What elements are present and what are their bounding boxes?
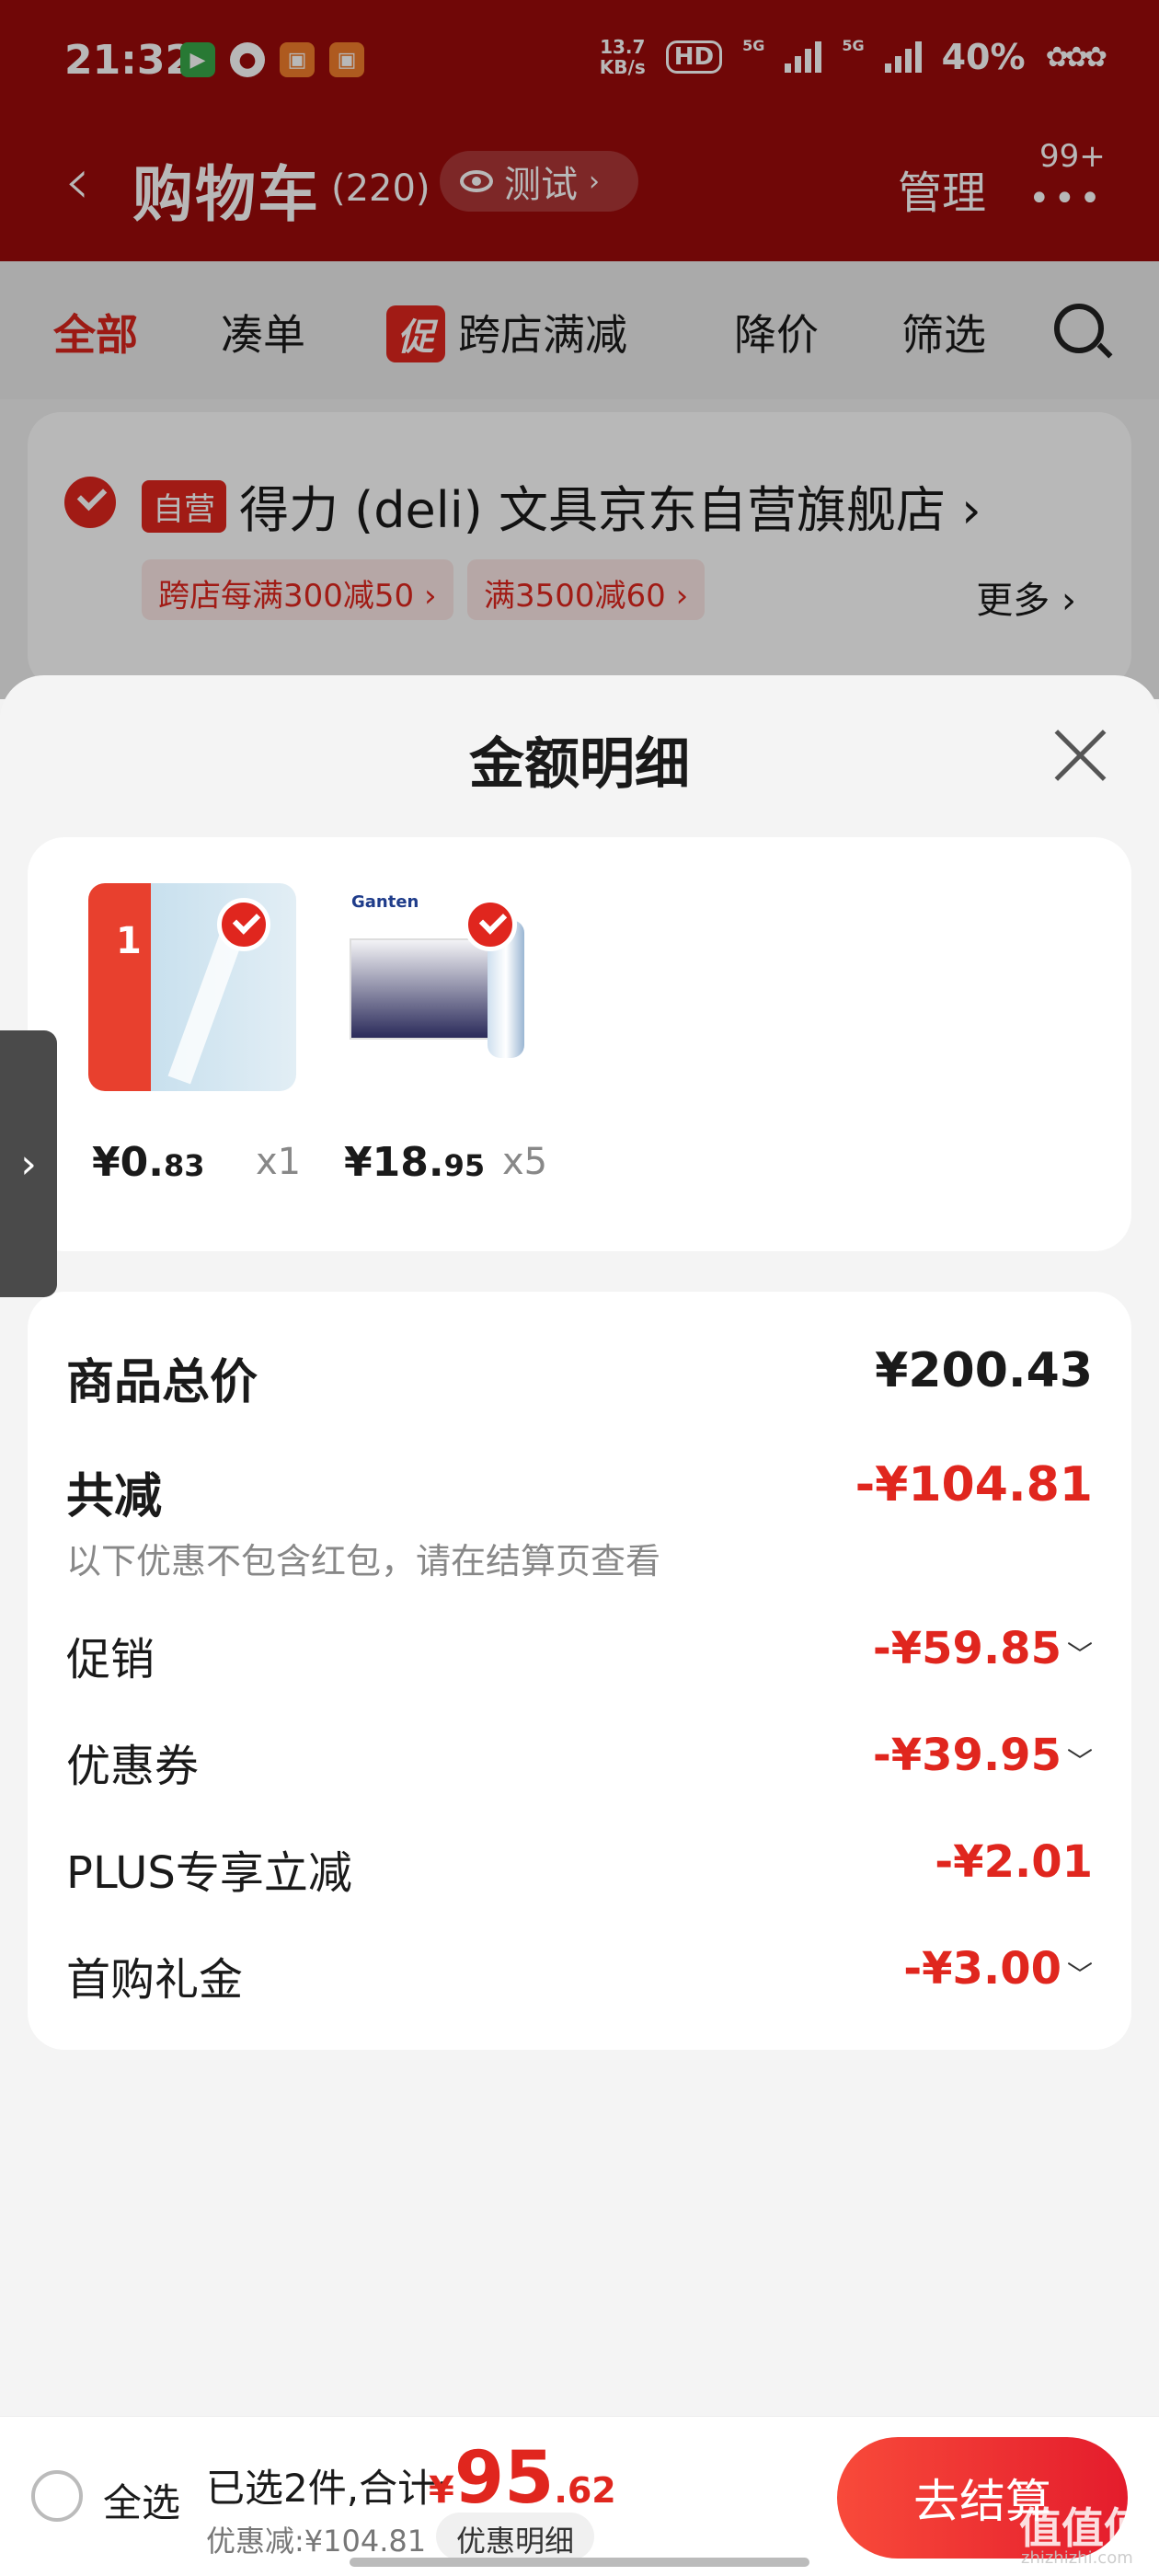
checkout-bar: 全选 已选2件,合计: ¥95.62 优惠减:¥104.81 优惠明细 去结算 <box>0 2416 1159 2576</box>
select-all-label[interactable]: 全选 <box>103 2472 180 2528</box>
total-reduce-label: 共减 <box>66 1469 163 1524</box>
total-amount: ¥95.62 <box>429 2437 616 2520</box>
promo-label: 促销 <box>66 1634 155 1685</box>
plus-value: -¥2.01 <box>935 1836 1093 1888</box>
sheet-title: 金额明细 <box>469 732 690 797</box>
amount-detail-sheet: 金额明细 1 ¥0.83 x1 Ganten ¥18.95 x5 商品总价 ¥2… <box>0 675 1159 2576</box>
chevron-down-icon: ﹀ <box>1066 1639 1093 1670</box>
close-icon[interactable] <box>1052 725 1107 780</box>
coupon-value-row[interactable]: -¥39.95 ﹀ <box>873 1730 1093 1781</box>
total-price-value: ¥200.43 <box>875 1343 1093 1398</box>
chevron-down-icon: ﹀ <box>1066 1746 1093 1777</box>
total-price-label: 商品总价 <box>66 1355 258 1410</box>
product-qty: x5 <box>502 1141 548 1183</box>
discount-summary: 优惠减:¥104.81 <box>206 2524 427 2559</box>
selected-summary: 已选2件,合计: <box>206 2466 450 2511</box>
watermark-logo: 值值值 <box>1019 2503 1146 2553</box>
product-selected-icon[interactable] <box>217 898 270 951</box>
price-summary: 商品总价 ¥200.43 共减 -¥104.81 以下优惠不包含红包，请在结算页… <box>28 1292 1131 2050</box>
first-purchase-value-row[interactable]: -¥3.00 ﹀ <box>903 1943 1093 1995</box>
total-reduce-value: -¥104.81 <box>855 1457 1093 1512</box>
select-all-checkbox[interactable] <box>31 2470 83 2522</box>
chevron-down-icon: ﹀ <box>1066 1960 1093 1990</box>
promo-value-row[interactable]: -¥59.85 ﹀ <box>873 1623 1093 1674</box>
product-price: ¥0.83 <box>92 1139 205 1186</box>
product-selected-icon[interactable] <box>464 898 517 951</box>
chevron-right-icon: › <box>20 1140 37 1188</box>
overlay-dim[interactable] <box>0 0 1159 699</box>
side-expand-tab[interactable]: › <box>0 1030 57 1297</box>
coupon-label: 优惠券 <box>66 1741 200 1792</box>
product-list: 1 ¥0.83 x1 Ganten ¥18.95 x5 <box>28 837 1131 1251</box>
reduce-note: 以下优惠不包含红包，请在结算页查看 <box>66 1541 661 1581</box>
plus-label: PLUS专享立减 <box>66 1847 352 1899</box>
home-indicator[interactable] <box>350 2558 809 2567</box>
product-item[interactable]: 1 <box>88 883 296 1091</box>
product-price: ¥18.95 <box>344 1139 486 1186</box>
product-item[interactable]: Ganten <box>340 883 548 1091</box>
watermark-url: zhizhizhi.com <box>1021 2548 1133 2568</box>
product-qty: x1 <box>256 1141 302 1183</box>
product-image: Ganten <box>340 883 548 1091</box>
first-purchase-label: 首购礼金 <box>66 1954 244 2006</box>
discount-detail-button[interactable]: 优惠明细 <box>436 2513 595 2560</box>
